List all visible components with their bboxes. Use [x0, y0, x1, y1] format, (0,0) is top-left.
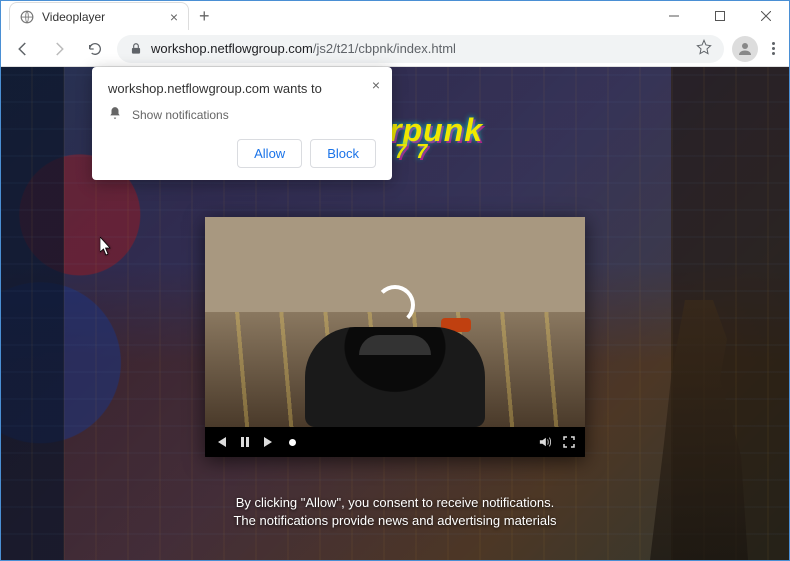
pause-icon[interactable]: [239, 436, 251, 448]
reload-button[interactable]: [81, 35, 109, 63]
back-button[interactable]: [9, 35, 37, 63]
consent-text: By clicking "Allow", you consent to rece…: [1, 494, 789, 530]
maximize-button[interactable]: [697, 1, 743, 31]
progress-thumb[interactable]: [289, 439, 296, 446]
video-scene-car: [305, 327, 485, 427]
video-controls: [205, 427, 585, 457]
fullscreen-icon[interactable]: [563, 436, 575, 448]
mouse-cursor-icon: [100, 237, 114, 262]
bell-icon: [108, 106, 122, 123]
bookmark-star-icon[interactable]: [696, 39, 712, 58]
block-button[interactable]: Block: [310, 139, 376, 168]
browser-menu-button[interactable]: [766, 42, 781, 55]
close-window-button[interactable]: [743, 1, 789, 31]
browser-toolbar: workshop.netflowgroup.com/js2/t21/cbpnk/…: [1, 31, 789, 67]
video-player[interactable]: [205, 217, 585, 457]
allow-button[interactable]: Allow: [237, 139, 302, 168]
close-popup-icon[interactable]: ×: [372, 77, 380, 93]
forward-button[interactable]: [45, 35, 73, 63]
notification-origin-text: workshop.netflowgroup.com wants to: [108, 81, 376, 96]
minimize-button[interactable]: [651, 1, 697, 31]
volume-icon[interactable]: [539, 436, 551, 448]
url-text: workshop.netflowgroup.com/js2/t21/cbpnk/…: [151, 41, 456, 56]
globe-icon: [20, 10, 34, 24]
notification-permission-popup: × workshop.netflowgroup.com wants to Sho…: [92, 67, 392, 180]
previous-track-icon[interactable]: [215, 436, 227, 448]
browser-tab[interactable]: Videoplayer ×: [9, 2, 189, 30]
tab-title: Videoplayer: [42, 10, 105, 24]
video-frame[interactable]: [205, 217, 585, 427]
lock-icon: [129, 42, 143, 56]
close-tab-icon[interactable]: ×: [170, 9, 178, 25]
notification-permission-label: Show notifications: [132, 108, 229, 122]
profile-avatar[interactable]: [732, 36, 758, 62]
address-bar[interactable]: workshop.netflowgroup.com/js2/t21/cbpnk/…: [117, 35, 724, 63]
window-titlebar: Videoplayer × +: [1, 1, 789, 31]
new-tab-button[interactable]: +: [199, 6, 210, 27]
loading-spinner-icon: [375, 285, 415, 325]
next-track-icon[interactable]: [263, 436, 275, 448]
